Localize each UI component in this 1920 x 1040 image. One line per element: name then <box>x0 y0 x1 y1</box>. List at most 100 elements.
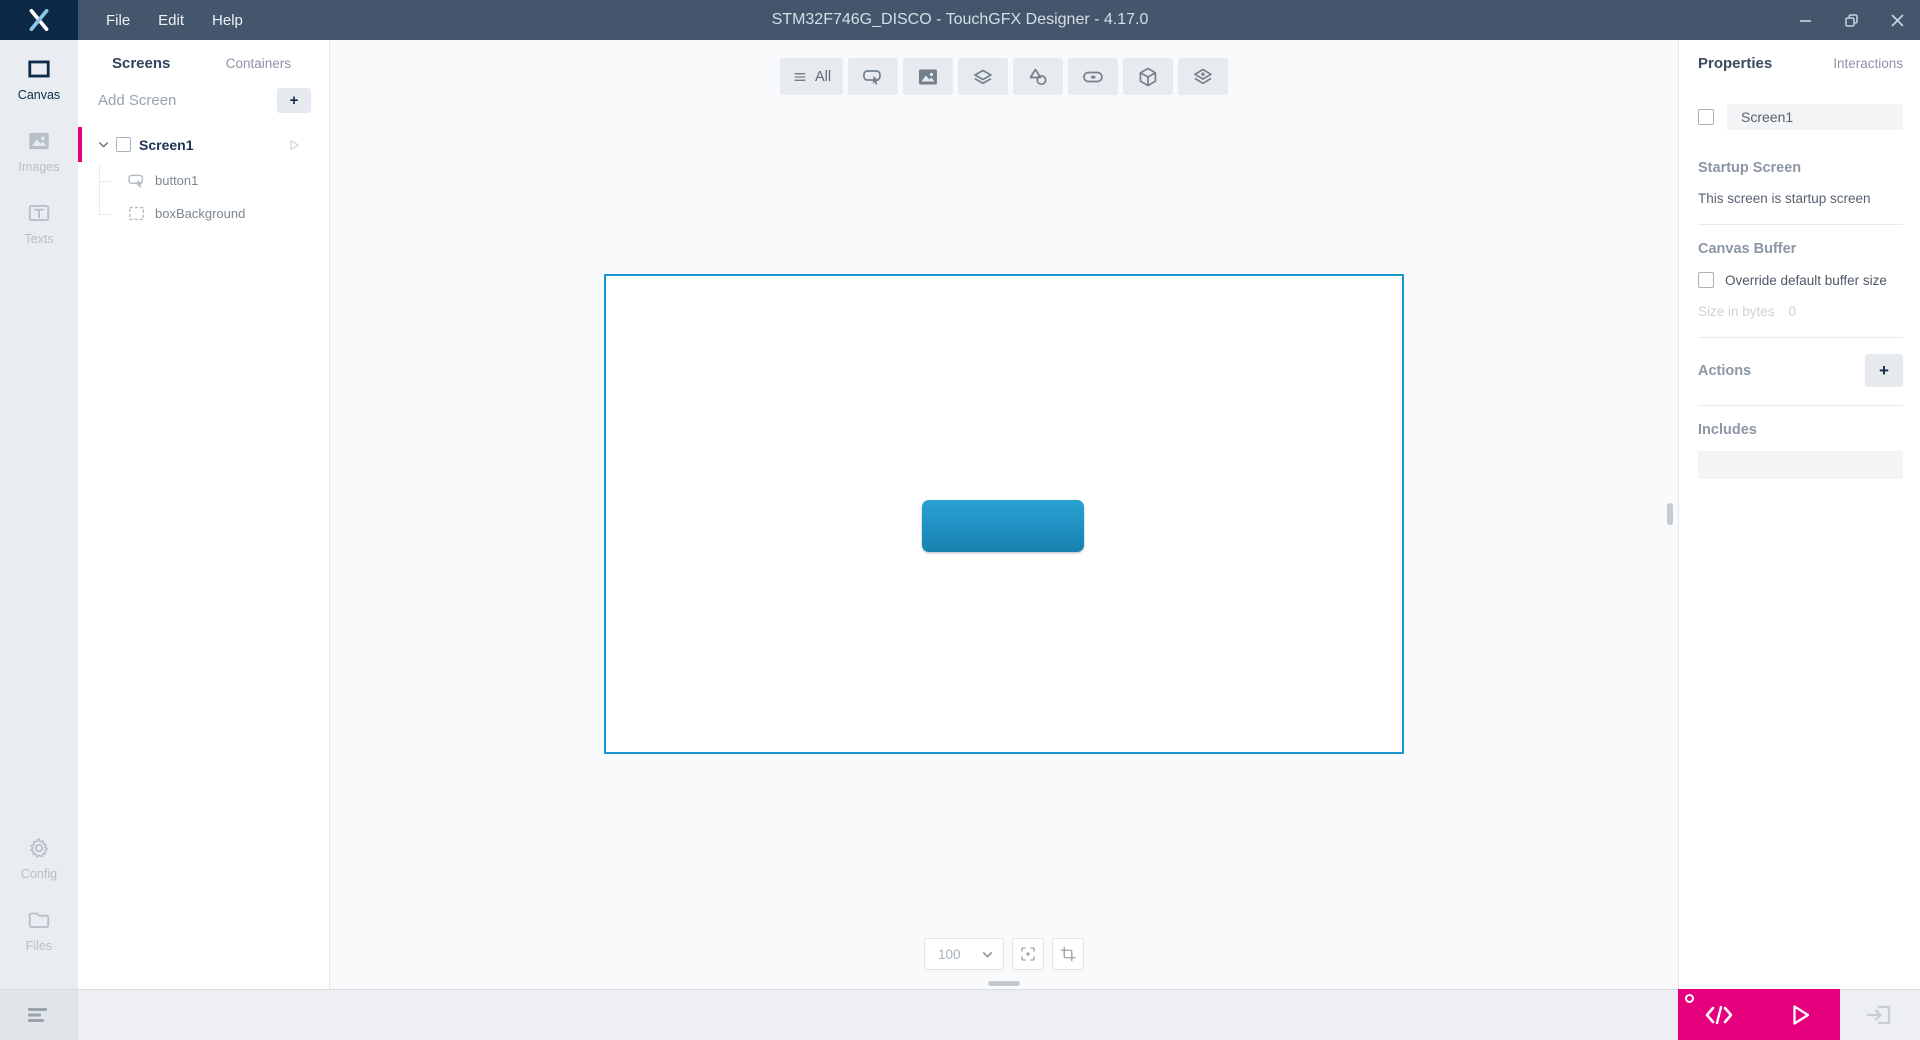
close-button[interactable] <box>1874 0 1920 40</box>
override-buffer-checkbox[interactable] <box>1698 272 1714 288</box>
filter-containers-button[interactable] <box>1178 58 1228 95</box>
cube-icon <box>1136 65 1160 89</box>
minimize-button[interactable] <box>1782 0 1828 40</box>
startup-screen-status: This screen is startup screen <box>1698 191 1903 206</box>
bottom-bar <box>0 989 1920 1040</box>
tab-interactions[interactable]: Interactions <box>1833 56 1903 71</box>
canvas-buffer-title: Canvas Buffer <box>1698 241 1903 257</box>
tab-properties[interactable]: Properties <box>1698 55 1772 72</box>
touchgfx-x-logo-icon <box>26 7 52 33</box>
vertical-scrollbar-thumb[interactable] <box>1667 503 1673 525</box>
filter-images-button[interactable] <box>903 58 953 95</box>
fit-to-screen-button[interactable] <box>1012 938 1044 970</box>
gear-icon <box>26 835 52 861</box>
filter-3d-button[interactable] <box>1123 58 1173 95</box>
play-icon <box>1788 1003 1812 1027</box>
add-screen-row: Add Screen + <box>78 82 329 125</box>
actions-title: Actions <box>1698 363 1751 379</box>
properties-panel: Properties Interactions Screen1 Startup … <box>1678 40 1920 989</box>
filter-progress-button[interactable] <box>1068 58 1118 95</box>
widget-filter-toolbar: All <box>780 58 1228 95</box>
button-widget-icon <box>127 171 146 190</box>
activity-item-files[interactable]: Files <box>26 907 52 953</box>
canvas-buffer-section: Canvas Buffer Override default buffer si… <box>1698 225 1903 338</box>
actions-header: Actions + <box>1698 354 1903 387</box>
box-widget-icon <box>127 204 146 223</box>
activity-item-label: Images <box>19 160 60 174</box>
code-icon <box>1704 1003 1734 1027</box>
titlebar: File Edit Help STM32F746G_DISCO - TouchG… <box>0 0 1920 40</box>
tab-screens[interactable]: Screens <box>112 55 170 72</box>
add-screen-button[interactable]: + <box>277 88 311 113</box>
activity-item-label: Texts <box>24 232 53 246</box>
shapes-icon <box>1026 65 1050 89</box>
buffer-size-value: 0 <box>1789 304 1797 319</box>
toggle-icon <box>1081 65 1105 89</box>
activity-item-images[interactable]: Images <box>19 128 60 174</box>
menu-file[interactable]: File <box>92 2 144 39</box>
menu-edit[interactable]: Edit <box>144 2 198 39</box>
activity-bar-footer: Config Files <box>21 835 57 979</box>
images-icon <box>26 128 52 154</box>
tab-containers[interactable]: Containers <box>226 56 291 71</box>
chevron-down-icon <box>981 948 994 961</box>
widget-tree-label: boxBackground <box>155 206 245 221</box>
canvas-icon <box>26 56 52 82</box>
screen-visibility-checkbox[interactable] <box>116 137 131 152</box>
restore-button[interactable] <box>1828 0 1874 40</box>
filter-layers-button[interactable] <box>958 58 1008 95</box>
widget-tree-label: button1 <box>155 173 198 188</box>
app-logo[interactable] <box>0 0 78 40</box>
activity-item-texts[interactable]: Texts <box>24 200 53 246</box>
crop-canvas-button[interactable] <box>1052 938 1084 970</box>
startup-screen-title: Startup Screen <box>1698 160 1903 176</box>
screen-name-field[interactable]: Screen1 <box>1727 104 1903 130</box>
menubar: File Edit Help <box>92 2 257 39</box>
canvas-resize-handle[interactable] <box>988 981 1020 986</box>
crop-icon <box>1059 945 1077 963</box>
activity-item-label: Canvas <box>18 88 60 102</box>
tree-row-boxbackground[interactable]: boxBackground <box>78 197 329 230</box>
startup-screen-section: Startup Screen This screen is startup sc… <box>1698 144 1903 225</box>
run-simulator-button[interactable] <box>1759 989 1840 1040</box>
tree-row-screen1[interactable]: Screen1 <box>78 125 329 164</box>
zoom-level-select[interactable]: 100 <box>924 938 1004 970</box>
includes-title: Includes <box>1698 422 1903 438</box>
run-button-group <box>1678 989 1840 1040</box>
override-buffer-row: Override default buffer size <box>1698 272 1903 288</box>
button1-widget[interactable] <box>922 500 1084 552</box>
notification-badge <box>1685 994 1694 1003</box>
run-target-button[interactable] <box>1840 990 1920 1040</box>
includes-input[interactable] <box>1698 451 1903 479</box>
tree-row-button1[interactable]: button1 <box>78 164 329 197</box>
image-icon <box>916 65 940 89</box>
screen1-children: button1 boxBackground <box>78 164 329 230</box>
properties-panel-tabs: Properties Interactions <box>1698 40 1903 82</box>
main-layout: Canvas Images Texts <box>0 40 1920 989</box>
log-panel-toggle-button[interactable] <box>0 990 78 1040</box>
button-widget-icon <box>861 65 885 89</box>
filter-shapes-button[interactable] <box>1013 58 1063 95</box>
screen-name-checkbox[interactable] <box>1698 109 1714 125</box>
focus-center-icon <box>1019 945 1037 963</box>
override-buffer-label: Override default buffer size <box>1725 273 1887 288</box>
screen-tree-label: Screen1 <box>139 137 193 153</box>
layers-icon <box>971 65 995 89</box>
add-screen-label: Add Screen <box>98 92 176 109</box>
add-action-button[interactable]: + <box>1865 354 1903 387</box>
screen-name-row: Screen1 <box>1698 104 1903 130</box>
actions-section: Actions + <box>1698 338 1903 406</box>
screen-artboard[interactable] <box>604 274 1404 754</box>
flash-target-icon <box>1865 1002 1895 1028</box>
activity-item-canvas[interactable]: Canvas <box>18 56 60 102</box>
filter-buttons-button[interactable] <box>848 58 898 95</box>
activity-item-config[interactable]: Config <box>21 835 57 881</box>
folder-icon <box>26 907 52 933</box>
chevron-down-icon[interactable] <box>97 138 110 151</box>
buffer-size-label: Size in bytes <box>1698 304 1775 319</box>
menu-help[interactable]: Help <box>198 2 257 39</box>
window-controls <box>1782 0 1920 40</box>
buffer-size-row: Size in bytes 0 <box>1698 304 1903 319</box>
container-stack-icon <box>1191 65 1215 89</box>
filter-all-button[interactable]: All <box>780 58 843 95</box>
